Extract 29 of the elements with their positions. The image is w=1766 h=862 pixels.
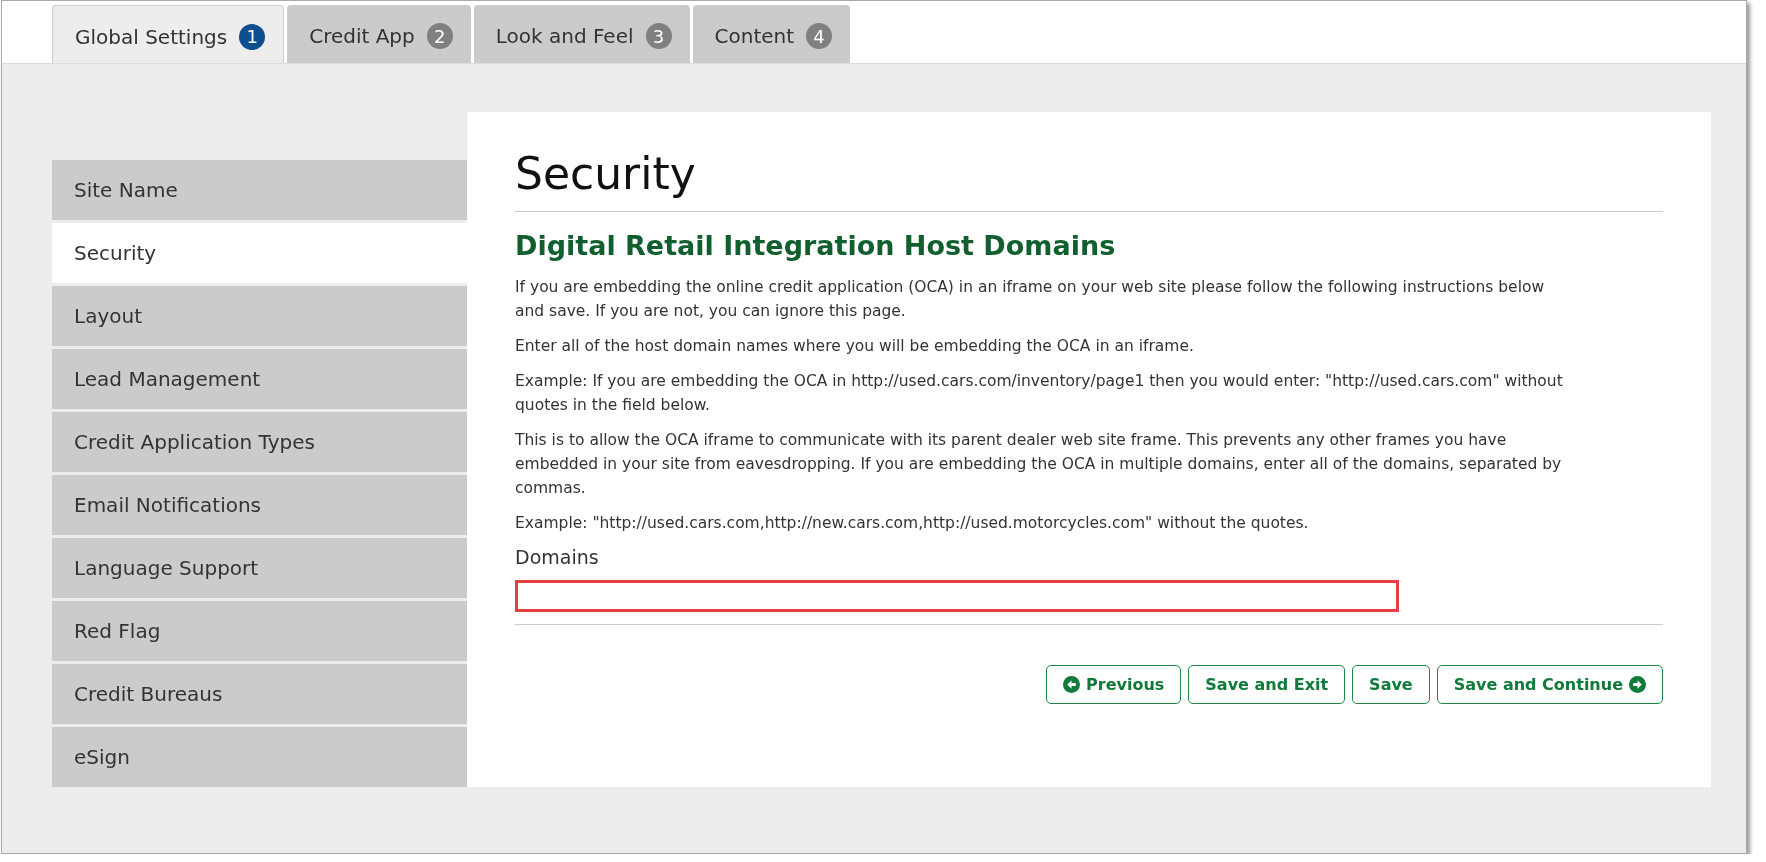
sidebar-item[interactable]: Credit Application Types: [52, 412, 467, 472]
button[interactable]: Save: [1352, 665, 1430, 704]
domains-input-field[interactable]: [515, 580, 1399, 612]
sidebar-item[interactable]: Layout: [52, 286, 467, 346]
instruction-text: Enter all of the host domain names where you will be embedding the OCA in an iframe.: [515, 336, 1195, 357]
instruction-text: Example: "http://used.cars.com,http://new.cars.com,http://used.motorcycles.com" without the quotes.: [515, 513, 1310, 534]
sidebar-item[interactable]: Language Support: [52, 538, 467, 598]
instruction-text: If you are embedding the online credit application (OCA) in an iframe on your web site please follow the following instructions below and save. If you are not, you can ignore this page.: [515, 277, 1546, 322]
step-number-badge: 4: [806, 23, 833, 49]
sidebar-item[interactable]: eSign: [52, 727, 467, 787]
section-heading: Digital Retail Integration Host Domains: [515, 230, 1117, 261]
sidebar-item[interactable]: Red Flag: [52, 601, 467, 661]
button[interactable]: Save and Exit: [1188, 665, 1346, 704]
page-title: Security: [515, 148, 697, 199]
step-number-badge: 3: [645, 23, 672, 49]
field-label: Domains: [515, 546, 600, 568]
sidebar-item[interactable]: Email Notifications: [52, 475, 467, 535]
sidebar-item[interactable]: Lead Management: [52, 349, 467, 409]
sidebar-item[interactable]: Site Name: [52, 160, 467, 220]
sidebar-item[interactable]: Credit Bureaus: [52, 664, 467, 724]
instruction-text: This is to allow the OCA iframe to communicate with its parent dealer web site frame. This prevents any other frames you have embedded in your site from eavesdropping. If you are embedding the OCA in multiple domains, enter all of the domains, separated by commas.: [515, 430, 1563, 499]
button[interactable]: Save and Continue: [1436, 665, 1663, 704]
left-arrow-circle-icon: [1063, 676, 1081, 693]
step-number-badge: 1: [239, 23, 266, 50]
button[interactable]: Previous: [1046, 665, 1182, 704]
right-arrow-circle-icon: [1629, 676, 1646, 693]
sidebar-item[interactable]: Security: [52, 223, 467, 283]
step-number-badge: 2: [426, 23, 453, 49]
instruction-text: Example: If you are embedding the OCA in http://used.cars.com/inventory/page1 then you would enter: "http://used.cars.com" without quotes in the field below.: [515, 371, 1564, 416]
